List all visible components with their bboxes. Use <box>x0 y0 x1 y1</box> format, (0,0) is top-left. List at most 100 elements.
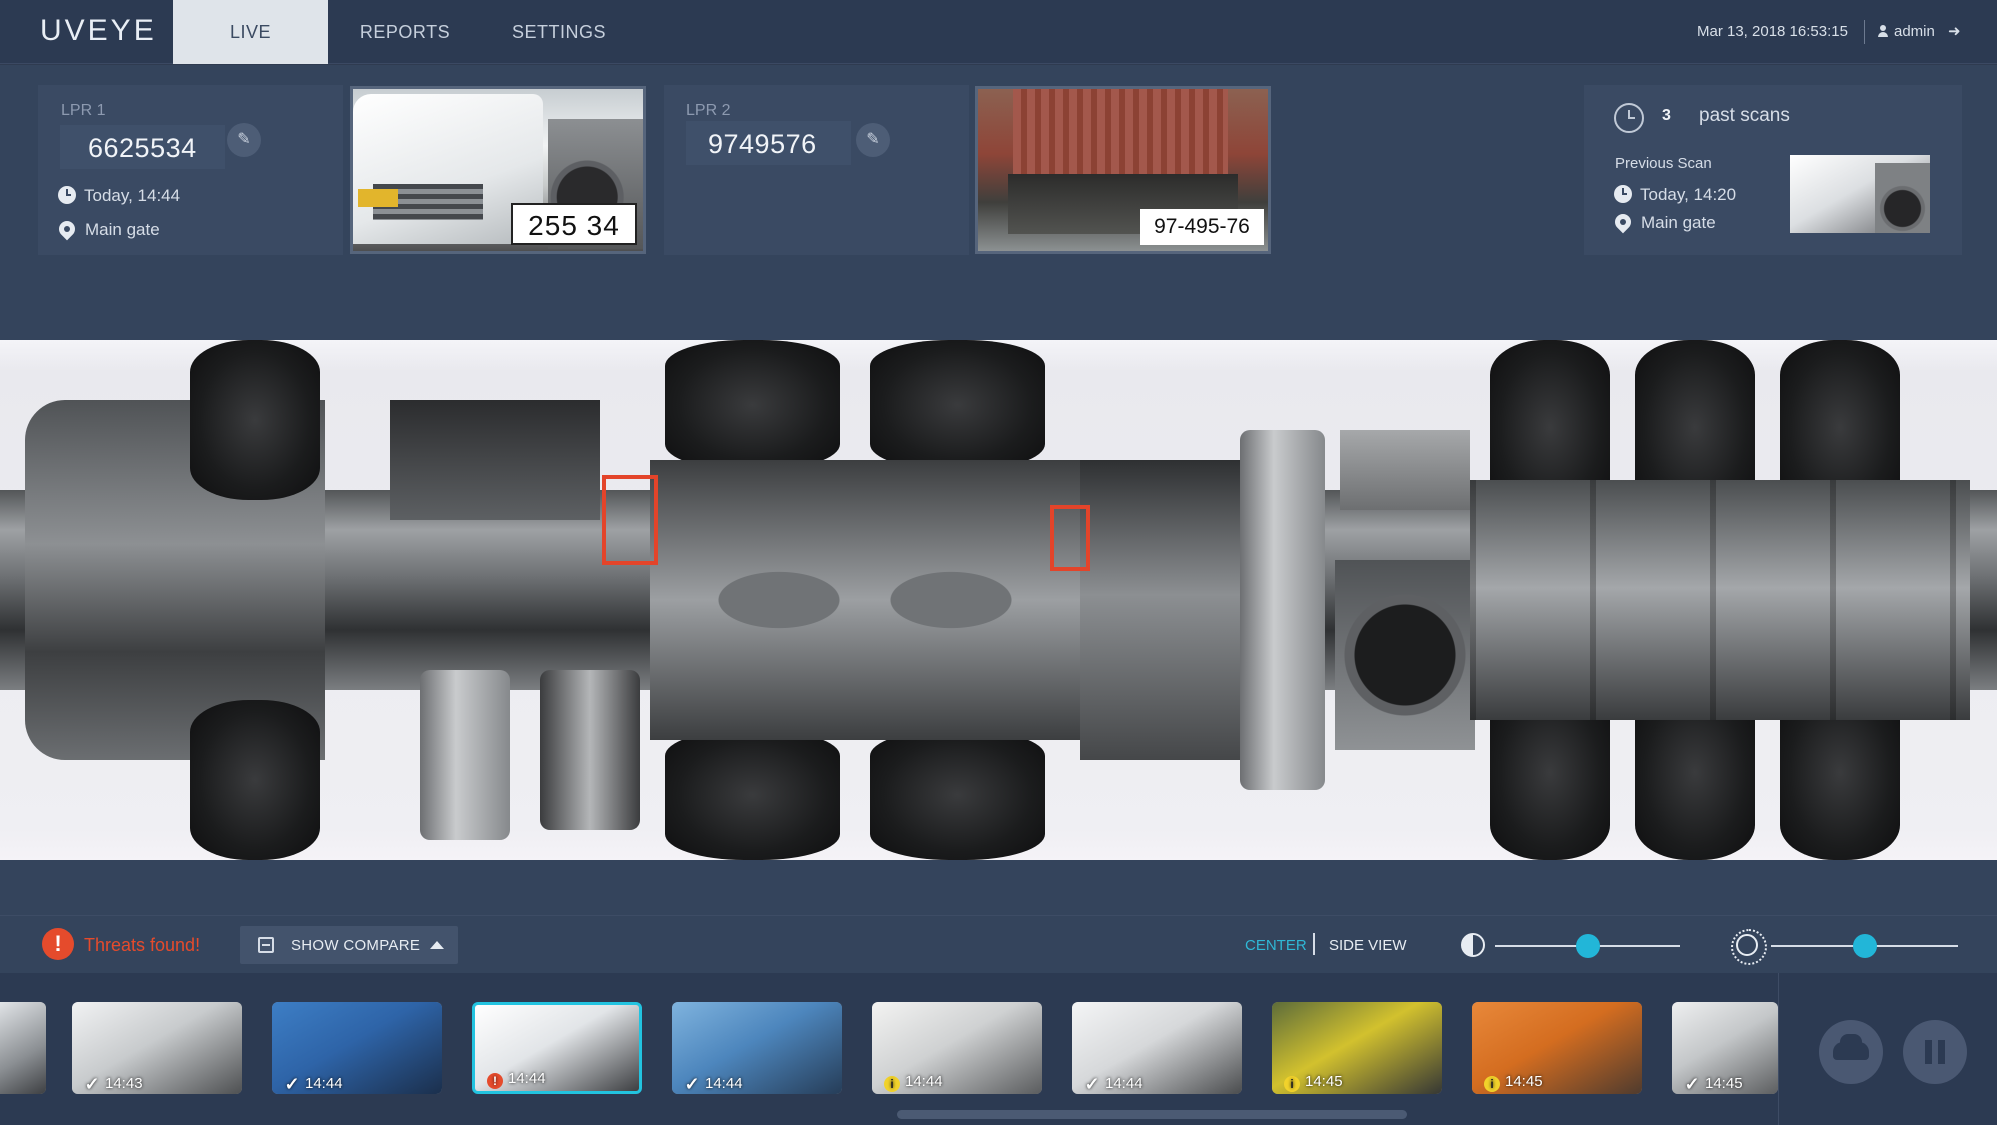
scan-thumbnail[interactable]: i 14:44 <box>872 1002 1042 1094</box>
scan-thumbnail[interactable]: ✓ 14:44 <box>272 1002 442 1094</box>
air-tanks <box>390 400 600 520</box>
drive-tire-2-bottom <box>870 730 1045 860</box>
thumbnail-time: 14:44 <box>905 1073 943 1090</box>
undercarriage-scan-image[interactable] <box>0 340 1997 860</box>
check-icon: ✓ <box>84 1074 100 1094</box>
threat-icon: ! <box>487 1073 503 1089</box>
fuel-tank <box>1240 430 1325 790</box>
check-icon: ✓ <box>684 1074 700 1094</box>
lpr-1-card: LPR 1 6625534 ✎ Today, 14:44 Main gate <box>38 85 343 255</box>
thumbnail-time: 14:44 <box>1105 1075 1143 1092</box>
thumbnail-caption: ✓ 14:45 <box>1684 1074 1743 1094</box>
lpr-1-snapshot[interactable]: 255 34 <box>350 86 646 254</box>
differential-assembly <box>650 460 1080 740</box>
lpr-1-location: Main gate <box>85 220 160 239</box>
truck-image <box>0 1002 46 1094</box>
drive-tire-1-bottom <box>665 730 840 860</box>
lpr-1-plate-crop: 255 34 <box>511 203 637 245</box>
compare-icon <box>258 937 274 953</box>
thumbnail-caption: ✓ 14:44 <box>284 1075 343 1093</box>
user-icon <box>1878 25 1888 37</box>
thumbnail-time: 14:43 <box>105 1075 143 1092</box>
threats-found-status: Threats found! <box>84 935 201 955</box>
info-icon: i <box>1284 1076 1300 1092</box>
scan-thumbnail[interactable]: ! 14:44 <box>472 1002 642 1094</box>
location-pin-icon <box>55 217 79 241</box>
past-scans-label: past scans <box>1699 105 1790 126</box>
lpr-1-plate-number: 6625534 <box>88 133 197 163</box>
lpr-2-plate-crop: 97-495-76 <box>1140 209 1264 245</box>
thumbnail-caption: i 14:44 <box>884 1073 943 1092</box>
lpr-1-edit-button[interactable]: ✎ <box>227 123 261 157</box>
lpr-1-label: LPR 1 <box>61 102 106 119</box>
muffler <box>420 670 510 840</box>
username: admin <box>1894 23 1935 40</box>
thumbnail-caption: i 14:45 <box>1484 1073 1543 1092</box>
previous-scan-time: Today, 14:20 <box>1640 185 1737 204</box>
clock-icon <box>1614 185 1632 203</box>
lpr-2-label: LPR 2 <box>686 102 731 119</box>
tab-settings[interactable]: SETTINGS <box>498 0 620 64</box>
show-compare-button[interactable]: SHOW COMPARE <box>240 926 458 964</box>
scan-thumbnail[interactable]: i 14:45 <box>1272 1002 1442 1094</box>
logout-icon[interactable]: ➜ <box>1948 22 1964 40</box>
previous-scan-time-row: Today, 14:20 <box>1614 185 1736 205</box>
thumbnail-time: 14:45 <box>1305 1073 1343 1090</box>
front-plate <box>358 189 398 207</box>
shipping-container-image <box>1013 89 1228 174</box>
front-tire-left <box>190 340 320 500</box>
user-menu[interactable]: admin <box>1878 23 1935 40</box>
spare-wheel <box>540 670 640 830</box>
fifth-wheel-area <box>1335 560 1475 750</box>
thumbnail-time: 14:45 <box>1505 1073 1543 1090</box>
previous-scan-label: Previous Scan <box>1615 155 1712 172</box>
brightness-icon <box>1731 929 1767 965</box>
info-icon: i <box>1484 1076 1500 1092</box>
tab-reports[interactable]: REPORTS <box>340 0 470 64</box>
side-view-toggle[interactable]: SIDE VIEW <box>1329 937 1407 954</box>
location-pin-icon <box>1611 210 1635 234</box>
lpr-2-card: LPR 2 9749576 ✎ <box>664 85 969 255</box>
uveye-logo: UVEYE <box>40 14 157 47</box>
scan-thumbnail[interactable]: i 14:45 <box>1472 1002 1642 1094</box>
center-view-toggle[interactable]: CENTER <box>1245 937 1307 954</box>
contrast-icon <box>1461 933 1485 957</box>
scan-thumbnail-partial[interactable] <box>0 1002 46 1094</box>
clock-icon <box>58 186 76 204</box>
gearbox-section <box>1080 460 1240 760</box>
vehicle-view-button[interactable] <box>1819 1020 1883 1084</box>
scan-thumbnail[interactable]: ✓ 14:44 <box>1072 1002 1242 1094</box>
thumbnail-time: 14:44 <box>305 1075 343 1092</box>
check-icon: ✓ <box>1684 1074 1700 1094</box>
caret-up-icon <box>430 941 444 949</box>
contrast-slider-handle[interactable] <box>1575 934 1600 958</box>
brightness-slider-handle[interactable] <box>1852 934 1877 958</box>
previous-scan-location-row: Main gate <box>1611 210 1716 234</box>
past-scans-count: 3 <box>1662 107 1671 124</box>
tab-live[interactable]: LIVE <box>173 0 328 64</box>
lpr-2-edit-button[interactable]: ✎ <box>856 123 890 157</box>
thumbnail-scrollbar[interactable] <box>897 1110 1407 1119</box>
threat-marker-1[interactable] <box>602 475 658 565</box>
lpr-2-plate-number: 9749576 <box>708 129 817 159</box>
scan-thumbnail[interactable]: ✓ 14:43 <box>72 1002 242 1094</box>
info-icon: i <box>884 1076 900 1092</box>
previous-scan-thumbnail[interactable] <box>1790 155 1930 233</box>
strip-divider <box>1778 973 1779 1125</box>
pause-button[interactable] <box>1903 1020 1967 1084</box>
current-datetime: Mar 13, 2018 16:53:15 <box>1697 23 1848 40</box>
previous-scan-location: Main gate <box>1641 213 1716 232</box>
top-navigation-bar: UVEYE LIVE REPORTS SETTINGS Mar 13, 2018… <box>0 0 1997 64</box>
scan-thumbnail[interactable]: ✓ 14:44 <box>672 1002 842 1094</box>
past-scans-card[interactable]: 3 past scans Previous Scan Today, 14:20 … <box>1584 85 1962 255</box>
thumbnail-time: 14:45 <box>1705 1075 1743 1092</box>
check-icon: ✓ <box>1084 1074 1100 1094</box>
battery-box <box>1340 430 1470 510</box>
scan-thumbnail[interactable]: ✓ 14:45 <box>1672 1002 1778 1094</box>
thumbnail-caption: ✓ 14:44 <box>684 1074 742 1094</box>
thumbnail-caption: i 14:45 <box>1284 1073 1343 1092</box>
threat-marker-2[interactable] <box>1050 505 1090 571</box>
lpr-1-time: Today, 14:44 <box>84 186 181 205</box>
thumbnail-caption: ✓ 14:43 <box>84 1074 143 1094</box>
lpr-2-snapshot[interactable]: 97-495-76 <box>975 86 1271 254</box>
